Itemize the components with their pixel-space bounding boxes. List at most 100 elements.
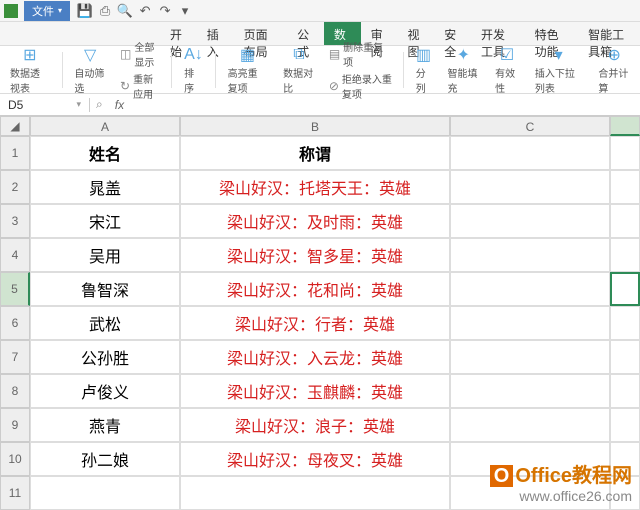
name-box[interactable]: D5 ▾: [0, 98, 90, 112]
row-header[interactable]: 1: [0, 136, 30, 170]
pivot-button[interactable]: ⊞ 数据透视表: [4, 43, 56, 97]
print-icon[interactable]: ⎙: [98, 4, 112, 18]
row-header[interactable]: 11: [0, 476, 30, 510]
row-header[interactable]: 9: [0, 408, 30, 442]
cell-d5[interactable]: [610, 272, 640, 306]
cell-b4[interactable]: 梁山好汉：智多星：英雄: [180, 238, 450, 272]
app-icon: [4, 4, 18, 18]
ribbon: ⊞ 数据透视表 ▽ 自动筛选 ◫ 全部显示 ↻ 重新应用 A↓ 排序 ▦ 高亮重…: [0, 46, 640, 94]
file-menu-button[interactable]: 文件 ▾: [24, 1, 70, 21]
row-header[interactable]: 5: [0, 272, 30, 306]
cell-b10[interactable]: 梁山好汉：母夜叉：英雄: [180, 442, 450, 476]
select-all-corner[interactable]: ◢: [0, 116, 30, 136]
cell-d2[interactable]: [610, 170, 640, 204]
reapply-label: 重新应用: [133, 71, 161, 101]
cell-a1[interactable]: 姓名: [30, 136, 180, 170]
row-header[interactable]: 4: [0, 238, 30, 272]
show-all-button[interactable]: ◫ 全部显示: [116, 38, 165, 70]
filter-button[interactable]: ▽ 自动筛选: [68, 43, 112, 97]
filter-label: 自动筛选: [74, 65, 106, 95]
undo-icon[interactable]: ↶: [138, 4, 152, 18]
cell-a3[interactable]: 宋江: [30, 204, 180, 238]
row-header[interactable]: 3: [0, 204, 30, 238]
split-button[interactable]: ▥ 分列: [410, 43, 438, 97]
cell-d9[interactable]: [610, 408, 640, 442]
reject-dup-icon: ⊘: [329, 79, 339, 93]
cell-d6[interactable]: [610, 306, 640, 340]
cell-a7[interactable]: 公孙胜: [30, 340, 180, 374]
col-header-b[interactable]: B: [180, 116, 450, 136]
spreadsheet-grid[interactable]: ◢ A B C 1 姓名 称谓 2 晁盖 梁山好汉：托塔天王：英雄 3 宋江 梁…: [0, 116, 640, 510]
cell-a6[interactable]: 武松: [30, 306, 180, 340]
cell-d4[interactable]: [610, 238, 640, 272]
smartfill-label: 智能填充: [448, 65, 480, 95]
cell-a9[interactable]: 燕青: [30, 408, 180, 442]
cell-c5[interactable]: [450, 272, 610, 306]
consolidate-button[interactable]: ⊕ 合并计算: [592, 43, 636, 97]
separator: [62, 52, 63, 88]
reject-dup-label: 拒绝录入重复项: [342, 71, 393, 101]
cell-b3[interactable]: 梁山好汉：及时雨：英雄: [180, 204, 450, 238]
col-header-d[interactable]: [610, 116, 640, 136]
dropdown-icon: ▾: [58, 6, 62, 15]
cell-c2[interactable]: [450, 170, 610, 204]
watermark-url: www.office26.com: [490, 488, 632, 504]
cell-b8[interactable]: 梁山好汉：玉麒麟：英雄: [180, 374, 450, 408]
cell-d8[interactable]: [610, 374, 640, 408]
redo-icon[interactable]: ↷: [158, 4, 172, 18]
cell-d3[interactable]: [610, 204, 640, 238]
cell-b11[interactable]: [180, 476, 450, 510]
split-label: 分列: [416, 65, 432, 95]
cell-c6[interactable]: [450, 306, 610, 340]
highlight-icon: ▦: [240, 45, 255, 65]
show-all-label: 全部显示: [134, 39, 161, 69]
row-header[interactable]: 10: [0, 442, 30, 476]
cell-a8[interactable]: 卢俊义: [30, 374, 180, 408]
cell-b2[interactable]: 梁山好汉：托塔天王：英雄: [180, 170, 450, 204]
cell-a2[interactable]: 晁盖: [30, 170, 180, 204]
cell-c1[interactable]: [450, 136, 610, 170]
row-header[interactable]: 7: [0, 340, 30, 374]
dropdown-button[interactable]: ▾ 插入下拉列表: [529, 43, 588, 97]
smartfill-icon: ✦: [457, 45, 470, 65]
cell-c7[interactable]: [450, 340, 610, 374]
highlight-dup-button[interactable]: ▦ 高亮重复项: [222, 43, 274, 97]
cell-d7[interactable]: [610, 340, 640, 374]
fx-icon[interactable]: ⌕: [90, 97, 109, 112]
cell-c4[interactable]: [450, 238, 610, 272]
cell-a11[interactable]: [30, 476, 180, 510]
cell-c3[interactable]: [450, 204, 610, 238]
col-header-c[interactable]: C: [450, 116, 610, 136]
col-header-a[interactable]: A: [30, 116, 180, 136]
del-dup-button[interactable]: ▤ 删除重复项: [325, 38, 397, 70]
filter-group: ◫ 全部显示 ↻ 重新应用: [116, 38, 165, 102]
cell-b7[interactable]: 梁山好汉：入云龙：英雄: [180, 340, 450, 374]
validation-button[interactable]: ☑ 有效性: [489, 43, 525, 97]
preview-icon[interactable]: 🔍: [118, 4, 132, 18]
cell-a5[interactable]: 鲁智深: [30, 272, 180, 306]
sort-button[interactable]: A↓ 排序: [178, 43, 209, 97]
cell-a4[interactable]: 吴用: [30, 238, 180, 272]
cell-b5[interactable]: 梁山好汉：花和尚：英雄: [180, 272, 450, 306]
data-compare-button[interactable]: ⧉ 数据对比: [277, 43, 321, 97]
row-header[interactable]: 2: [0, 170, 30, 204]
wm-text1: Office教程网: [515, 465, 632, 487]
row-header[interactable]: 8: [0, 374, 30, 408]
cell-d1[interactable]: [610, 136, 640, 170]
cell-b9[interactable]: 梁山好汉：浪子：英雄: [180, 408, 450, 442]
row-header[interactable]: 6: [0, 306, 30, 340]
watermark-title: OOffice教程网: [490, 459, 632, 488]
filter-icon: ▽: [84, 45, 96, 65]
cell-c9[interactable]: [450, 408, 610, 442]
reject-dup-button[interactable]: ⊘ 拒绝录入重复项: [325, 70, 397, 102]
more-icon[interactable]: ▾: [178, 4, 192, 18]
smart-fill-button[interactable]: ✦ 智能填充: [442, 43, 486, 97]
cell-b1[interactable]: 称谓: [180, 136, 450, 170]
show-all-icon: ◫: [120, 47, 131, 61]
save-icon[interactable]: 💾: [78, 4, 92, 18]
cell-c8[interactable]: [450, 374, 610, 408]
fx-label[interactable]: fx: [109, 98, 130, 112]
split-icon: ▥: [416, 45, 431, 65]
cell-b6[interactable]: 梁山好汉：行者：英雄: [180, 306, 450, 340]
cell-a10[interactable]: 孙二娘: [30, 442, 180, 476]
